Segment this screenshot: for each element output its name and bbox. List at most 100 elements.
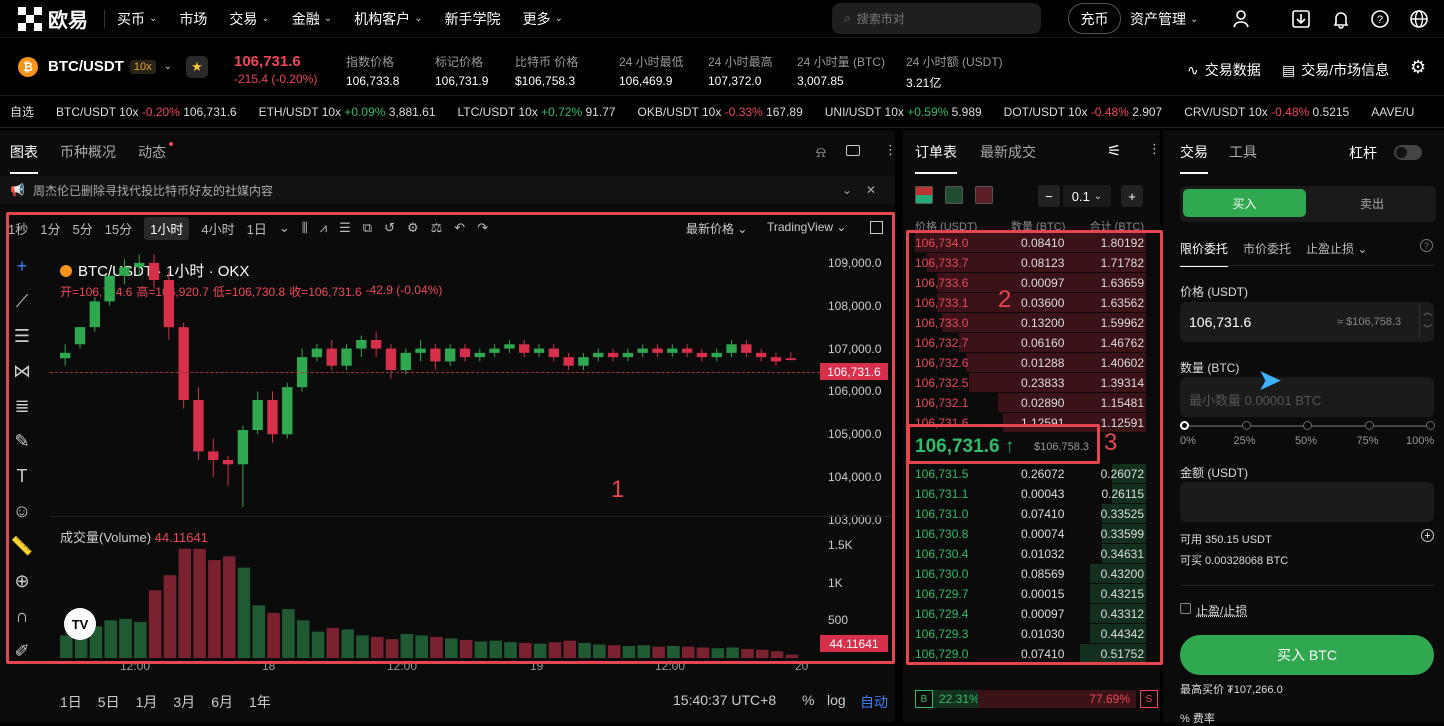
help-icon[interactable]: ?	[1420, 239, 1433, 252]
amount-input[interactable]	[1180, 482, 1434, 522]
log-toggle[interactable]: log	[827, 692, 846, 708]
marquee-item[interactable]: UNI/USDT 10x +0.59% 5.989	[825, 105, 982, 119]
slider-dot[interactable]	[1364, 421, 1374, 430]
more-vertical-icon[interactable]: ⋮	[884, 142, 897, 158]
range-0[interactable]: 1日	[60, 692, 82, 712]
help-icon[interactable]: ?	[1368, 7, 1392, 31]
user-icon[interactable]	[1229, 7, 1253, 31]
marquee-item[interactable]: LTC/USDT 10x +0.72% 91.77	[458, 105, 616, 119]
chevron-down-icon[interactable]: ⌄	[164, 61, 172, 72]
deposit-button[interactable]: 充币	[1068, 3, 1121, 34]
okx-logo[interactable]: 欧易	[18, 4, 88, 33]
bell-icon[interactable]	[1329, 7, 1353, 31]
settings-gear-icon[interactable]: ⚙	[1410, 57, 1426, 78]
marquee-item[interactable]: BTC/USDT 10x -0.20% 106,731.6	[56, 105, 237, 119]
slider-dot[interactable]	[1303, 421, 1312, 430]
nav-item-6[interactable]: 更多 ⌄	[523, 9, 563, 29]
buy-btc-button[interactable]: 买入 BTC	[1180, 635, 1434, 675]
step-increase-button[interactable]: +	[1121, 185, 1143, 207]
tab-market-order[interactable]: 市价委托	[1243, 240, 1291, 257]
nav-item-0[interactable]: 买币 ⌄	[117, 9, 157, 29]
add-funds-icon[interactable]: +	[1421, 529, 1434, 542]
slider-dot[interactable]	[1426, 421, 1435, 430]
nav-item-3[interactable]: 金融 ⌄	[292, 9, 332, 29]
leverage-toggle[interactable]	[1394, 145, 1422, 160]
nav-divider	[104, 9, 105, 28]
chart-tab-1[interactable]: 币种概况	[60, 142, 116, 162]
buy-side-button[interactable]: 买入	[1183, 189, 1306, 217]
nav-item-label: 新手学院	[444, 10, 501, 27]
asset-management-menu[interactable]: 资产管理 ⌄	[1130, 9, 1198, 29]
step-selector[interactable]: 0.1 ⌄	[1063, 185, 1111, 207]
nav-item-4[interactable]: 机构客户 ⌄	[354, 9, 422, 29]
tab-limit-order[interactable]: 限价委托	[1180, 240, 1229, 267]
alert-bell-icon[interactable]: ⍾	[816, 144, 826, 161]
tab-orderbook[interactable]: 订单表	[915, 142, 957, 174]
bids-view-icon[interactable]	[945, 186, 963, 204]
marquee-pair: DOT/USDT 10x	[1003, 104, 1088, 119]
tab-tools[interactable]: 工具	[1229, 142, 1257, 162]
tab-recent-trades[interactable]: 最新成交	[980, 142, 1036, 162]
search-box[interactable]: ⌕ 搜索市对	[832, 3, 1041, 34]
price-input[interactable]: 106,731.6 ≈ $106,758.3 ︿ ﹀	[1180, 302, 1434, 342]
slider-label: 50%	[1295, 435, 1318, 447]
stat-label: 指数价格	[346, 55, 395, 69]
sell-side-button[interactable]: 卖出	[1311, 189, 1433, 217]
market-info-button[interactable]: ▤ 交易/市场信息	[1282, 60, 1389, 80]
chart-tab-2[interactable]: 动态	[138, 142, 166, 162]
quantity-input[interactable]: 最小数量 0.00001 BTC	[1180, 377, 1434, 417]
sliders-icon[interactable]: ⚟	[1107, 141, 1121, 161]
marquee-item[interactable]: DOT/USDT 10x -0.48% 2.907	[1004, 105, 1163, 119]
tpsl-checkbox[interactable]	[1180, 603, 1191, 614]
more-vertical-icon[interactable]: ⋮	[1148, 141, 1161, 157]
trading-data-button[interactable]: ∿ 交易数据	[1187, 60, 1261, 80]
marquee-item[interactable]: ETH/USDT 10x +0.09% 3,881.61	[259, 105, 436, 119]
stat-label: 24 小时额 (USDT)	[906, 55, 1003, 69]
favorite-star-icon[interactable]: ★	[185, 55, 208, 78]
marquee-item[interactable]: CRV/USDT 10x -0.48% 0.5215	[1184, 105, 1349, 119]
chevron-down-icon: ⌄	[261, 13, 270, 24]
slider-dot[interactable]	[1180, 421, 1189, 430]
highlight-box-midprice	[907, 424, 1100, 464]
nav-item-1[interactable]: 市场	[179, 9, 207, 29]
nav-item-5[interactable]: 新手学院	[445, 9, 501, 29]
notification-dot	[169, 142, 173, 146]
ticker-stat: 标记价格 106,731.9	[435, 53, 488, 88]
tab-trade[interactable]: 交易	[1180, 142, 1208, 174]
marquee-change: +0.72%	[541, 104, 583, 119]
announcement-bar[interactable]: 📢 周杰伦已删除寻找代投比特币好友的社媒内容 ⌄ ✕	[0, 176, 895, 204]
marquee-item[interactable]: AAVE/U	[1371, 105, 1414, 119]
range-5[interactable]: 1年	[249, 692, 271, 712]
amount-label: 金额 (USDT)	[1180, 466, 1248, 480]
price-change: -215.4 (-0.20%)	[234, 72, 318, 86]
price-usd-equivalent: ≈ $106,758.3	[1337, 316, 1402, 328]
price-stepper[interactable]: ︿ ﹀	[1418, 304, 1432, 338]
chevron-down-icon: ⌄	[1190, 13, 1199, 25]
nav-item-2[interactable]: 交易 ⌄	[229, 9, 269, 29]
percent-toggle[interactable]: %	[802, 692, 814, 708]
auto-toggle[interactable]: 自动	[860, 692, 888, 712]
step-decrease-button[interactable]: −	[1038, 185, 1060, 207]
close-icon[interactable]: ✕	[866, 183, 876, 197]
chevron-down-icon[interactable]: ⌄	[842, 183, 852, 197]
stat-label: 24 小时量 (BTC)	[797, 55, 886, 69]
globe-icon[interactable]	[1407, 7, 1431, 31]
download-icon[interactable]	[1289, 7, 1313, 31]
range-1[interactable]: 5日	[98, 692, 120, 712]
pair-selector[interactable]: BTC/USDT	[48, 58, 124, 75]
both-sides-view-icon[interactable]	[915, 186, 933, 204]
marquee-item[interactable]: OKB/USDT 10x -0.33% 167.89	[638, 105, 803, 119]
chart-tab-0[interactable]: 图表	[10, 142, 38, 174]
nav-item-label: 更多	[522, 10, 551, 27]
tpsl-checkbox-label[interactable]: 止盈/止损	[1196, 602, 1247, 619]
buy-ratio-bar: 22.31%	[933, 690, 980, 708]
stat-value: 106,469.9	[619, 74, 673, 88]
range-3[interactable]: 3月	[173, 692, 195, 712]
slider-label: 75%	[1356, 435, 1379, 447]
tab-tpsl[interactable]: 止盈止损 ⌄	[1306, 240, 1367, 257]
window-icon[interactable]	[846, 145, 860, 156]
range-4[interactable]: 6月	[211, 692, 233, 712]
range-2[interactable]: 1月	[136, 692, 158, 712]
asks-view-icon[interactable]	[975, 186, 993, 204]
slider-dot[interactable]	[1241, 421, 1251, 430]
